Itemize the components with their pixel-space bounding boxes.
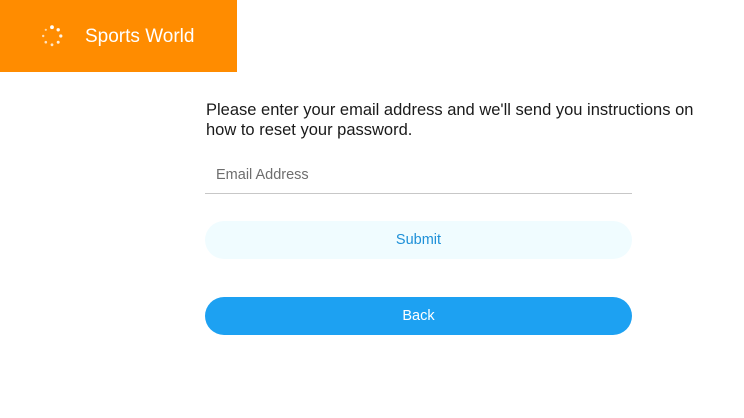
back-button[interactable]: Back [205,297,632,335]
brand-name: Sports World [85,26,195,47]
email-field[interactable] [205,156,632,194]
brand-header: Sports World [0,0,237,72]
instructions-text: Please enter your email address and we'l… [206,101,694,139]
loading-dots-icon [42,25,63,47]
submit-button[interactable]: Submit [205,221,632,259]
